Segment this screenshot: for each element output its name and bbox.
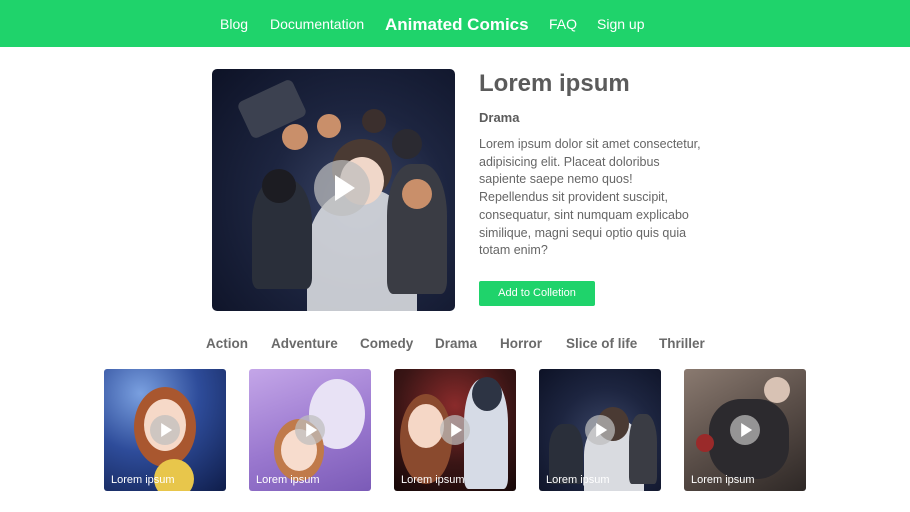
hero-genre: Drama bbox=[479, 110, 520, 125]
top-nav: Blog Documentation Animated Comics FAQ S… bbox=[0, 0, 910, 47]
play-icon[interactable] bbox=[314, 160, 370, 216]
comic-thumbnail[interactable]: Lorem ipsum bbox=[394, 369, 516, 491]
nav-documentation-link[interactable]: Documentation bbox=[270, 0, 364, 47]
genre-tab-slice-of-life[interactable]: Slice of life bbox=[566, 336, 637, 351]
play-icon[interactable] bbox=[440, 415, 470, 445]
hero-title: Lorem ipsum bbox=[479, 70, 630, 97]
genre-tab-comedy[interactable]: Comedy bbox=[360, 336, 413, 351]
genre-tab-thriller[interactable]: Thriller bbox=[659, 336, 705, 351]
genre-tab-horror[interactable]: Horror bbox=[500, 336, 542, 351]
nav-faq-link[interactable]: FAQ bbox=[549, 0, 577, 47]
nav-signup-link[interactable]: Sign up bbox=[597, 0, 644, 47]
thumbnail-label: Lorem ipsum bbox=[111, 474, 175, 486]
comic-thumbnail[interactable]: Lorem ipsum bbox=[539, 369, 661, 491]
hero-description: Lorem ipsum dolor sit amet consectetur, … bbox=[479, 137, 701, 258]
play-icon[interactable] bbox=[150, 415, 180, 445]
comic-thumbnail[interactable]: Lorem ipsum bbox=[249, 369, 371, 491]
nav-blog-link[interactable]: Blog bbox=[220, 0, 248, 47]
genre-tab-drama[interactable]: Drama bbox=[435, 336, 477, 351]
genre-tab-action[interactable]: Action bbox=[206, 336, 248, 351]
comic-thumbnail[interactable]: Lorem ipsum bbox=[104, 369, 226, 491]
thumbnail-label: Lorem ipsum bbox=[691, 474, 755, 486]
genre-tab-adventure[interactable]: Adventure bbox=[271, 336, 338, 351]
thumbnail-label: Lorem ipsum bbox=[256, 474, 320, 486]
nav-brand-link[interactable]: Animated Comics bbox=[385, 0, 529, 47]
comic-thumbnail[interactable]: Lorem ipsum bbox=[684, 369, 806, 491]
thumbnail-label: Lorem ipsum bbox=[401, 474, 465, 486]
thumbnail-label: Lorem ipsum bbox=[546, 474, 610, 486]
play-icon[interactable] bbox=[295, 415, 325, 445]
add-to-collection-button[interactable]: Add to Colletion bbox=[479, 281, 595, 306]
hero-cover-image[interactable] bbox=[212, 69, 455, 311]
play-icon[interactable] bbox=[585, 415, 615, 445]
play-icon[interactable] bbox=[730, 415, 760, 445]
